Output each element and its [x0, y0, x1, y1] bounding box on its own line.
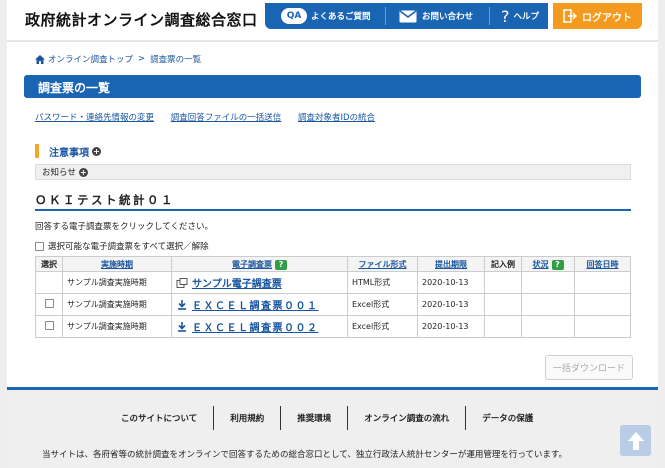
arrow-up-icon [627, 431, 644, 450]
status-cell [521, 271, 575, 294]
answered-cell [574, 293, 631, 316]
example-cell [484, 315, 522, 338]
footer-link-terms[interactable]: 利用規約 [214, 406, 282, 430]
download-icon [178, 299, 186, 310]
site-header: 政府統計オンライン調査総合窓口 QA よくあるご質問 お問い合わせ ? ヘルプ [7, 0, 658, 42]
back-to-top-button[interactable] [620, 425, 651, 456]
answered-cell [574, 271, 631, 294]
row-select-cell [35, 271, 63, 294]
row-checkbox[interactable] [44, 321, 54, 330]
period-cell: サンプル調査実施時期 [62, 315, 172, 338]
format-cell: Excel形式 [347, 293, 418, 316]
survey-title-underline [35, 209, 631, 211]
faq-icon: QA [281, 8, 307, 24]
faq-link[interactable]: QA よくあるご質問 [281, 3, 371, 29]
site-title[interactable]: 政府統計オンライン調査総合窓口 [25, 9, 258, 30]
help-label: ヘルプ [513, 12, 540, 22]
row-select-cell [35, 293, 63, 316]
status-cell [521, 293, 575, 316]
question-mark-icon: ? [501, 6, 510, 26]
notice-bar[interactable]: お知らせ + [35, 164, 631, 180]
breadcrumb: オンライン調査トップ > 調査票の一覧 [35, 53, 201, 65]
footer-link-flow[interactable]: オンライン調査の流れ [348, 406, 467, 430]
column-header-period[interactable]: 実施時期 [62, 256, 172, 272]
survey-form-link[interactable]: ＥＸＣＥＬ調査票００２ [176, 319, 319, 334]
select-all-checkbox[interactable] [35, 241, 44, 251]
footer-link-privacy[interactable]: データの保護 [466, 406, 549, 430]
open-window-icon [176, 277, 188, 288]
example-cell [484, 293, 522, 316]
merge-id-link[interactable]: 調査対象者IDの統合 [298, 113, 375, 123]
column-header-format[interactable]: ファイル形式 [347, 256, 418, 272]
bulk-download-button[interactable]: 一括ダウンロード [545, 355, 633, 380]
notice-label: お知らせ [42, 168, 76, 178]
nav-divider [385, 7, 386, 25]
deadline-cell: 2020-10-13 [417, 293, 485, 316]
contact-label: お問い合わせ [422, 12, 474, 22]
column-header-status[interactable]: 状況? [521, 256, 575, 272]
form-cell: サンプル電子調査票 [171, 271, 348, 294]
mail-icon [399, 9, 417, 22]
survey-table: 選択 実施時期 電子調査票? ファイル形式 提出期限 記入例 状況? 回答日時 … [35, 256, 631, 338]
change-password-link[interactable]: パスワード・連絡先情報の変更 [35, 113, 154, 123]
survey-form-link[interactable]: ＥＸＣＥＬ調査票００１ [176, 297, 319, 312]
status-cell [521, 315, 575, 338]
period-cell: サンプル調査実施時期 [62, 293, 172, 316]
help-link[interactable]: ? ヘルプ [501, 3, 539, 29]
table-row: サンプル調査実施時期 ＥＸＣＥＬ調査票００２ Excel形式 2020-10-1… [35, 315, 631, 338]
contact-link[interactable]: お問い合わせ [399, 3, 473, 29]
footer-link-about[interactable]: このサイトについて [105, 406, 215, 430]
expand-plus-icon: + [92, 146, 101, 156]
row-select-cell [35, 315, 63, 338]
header-nav: QA よくあるご質問 お問い合わせ ? ヘルプ [265, 3, 548, 29]
instruction-text: 回答する電子調査票をクリックしてください。 [35, 222, 213, 232]
survey-form-link[interactable]: サンプル電子調査票 [176, 275, 282, 290]
site-footer: このサイトについて 利用規約 推奨環境 オンライン調査の流れ データの保護 当サ… [7, 390, 658, 468]
page-title-bar: 調査票の一覧 [24, 75, 641, 98]
download-icon [178, 321, 186, 332]
form-cell: ＥＸＣＥＬ調査票００２ [171, 315, 348, 338]
survey-title: ＯＫＩテスト統計０１ [35, 193, 175, 207]
help-badge-icon[interactable]: ? [551, 259, 564, 270]
column-header-answered[interactable]: 回答日時 [574, 256, 631, 272]
table-header-row: 選択 実施時期 電子調査票? ファイル形式 提出期限 記入例 状況? 回答日時 [35, 256, 631, 272]
page: 政府統計オンライン調査総合窓口 QA よくあるご質問 お問い合わせ ? ヘルプ [7, 0, 658, 468]
logout-icon [563, 9, 577, 23]
footer-note: 当サイトは、各府省等の統計調査をオンラインで回答するための総合窓口として、独立行… [42, 450, 568, 460]
format-cell: HTML形式 [347, 271, 418, 294]
notes-label: 注意事項 [49, 147, 89, 159]
breadcrumb-home-link[interactable]: オンライン調査トップ [48, 53, 133, 65]
deadline-cell: 2020-10-13 [417, 315, 485, 338]
logout-label: ログアウト [582, 12, 632, 24]
row-checkbox[interactable] [44, 299, 54, 308]
nav-divider [489, 7, 490, 25]
faq-label: よくあるご質問 [311, 12, 371, 22]
footer-link-environment[interactable]: 推奨環境 [281, 406, 349, 430]
account-links: パスワード・連絡先情報の変更 調査回答ファイルの一括送信 調査対象者IDの統合 [35, 111, 389, 123]
period-cell: サンプル調査実施時期 [62, 271, 172, 294]
breadcrumb-separator: > [138, 54, 146, 64]
notes-heading[interactable]: 注意事項 + [35, 144, 101, 159]
column-header-select: 選択 [35, 256, 63, 272]
example-cell [484, 271, 522, 294]
column-header-form[interactable]: 電子調査票? [171, 256, 348, 272]
deadline-cell: 2020-10-13 [417, 271, 485, 294]
table-row: サンプル調査実施時期 サンプル電子調査票 HTML形式 2020-10-13 [35, 271, 631, 294]
footer-nav: このサイトについて 利用規約 推奨環境 オンライン調査の流れ データの保護 [105, 406, 549, 430]
select-all-label: 選択可能な電子調査票をすべて選択／解除 [48, 242, 209, 252]
column-header-example: 記入例 [484, 256, 522, 272]
page-title: 調査票の一覧 [38, 81, 111, 95]
select-all-control[interactable]: 選択可能な電子調査票をすべて選択／解除 [35, 240, 209, 252]
answered-cell [574, 315, 631, 338]
home-icon [35, 54, 45, 64]
expand-plus-icon: + [78, 167, 88, 177]
logout-button[interactable]: ログアウト [553, 3, 642, 29]
bulk-send-link[interactable]: 調査回答ファイルの一括送信 [171, 113, 282, 123]
breadcrumb-current: 調査票の一覧 [150, 55, 202, 65]
format-cell: Excel形式 [347, 315, 418, 338]
help-badge-icon[interactable]: ? [275, 259, 287, 270]
form-cell: ＥＸＣＥＬ調査票００１ [171, 293, 348, 316]
table-row: サンプル調査実施時期 ＥＸＣＥＬ調査票００１ Excel形式 2020-10-1… [35, 293, 631, 316]
column-header-deadline[interactable]: 提出期限 [417, 256, 485, 272]
